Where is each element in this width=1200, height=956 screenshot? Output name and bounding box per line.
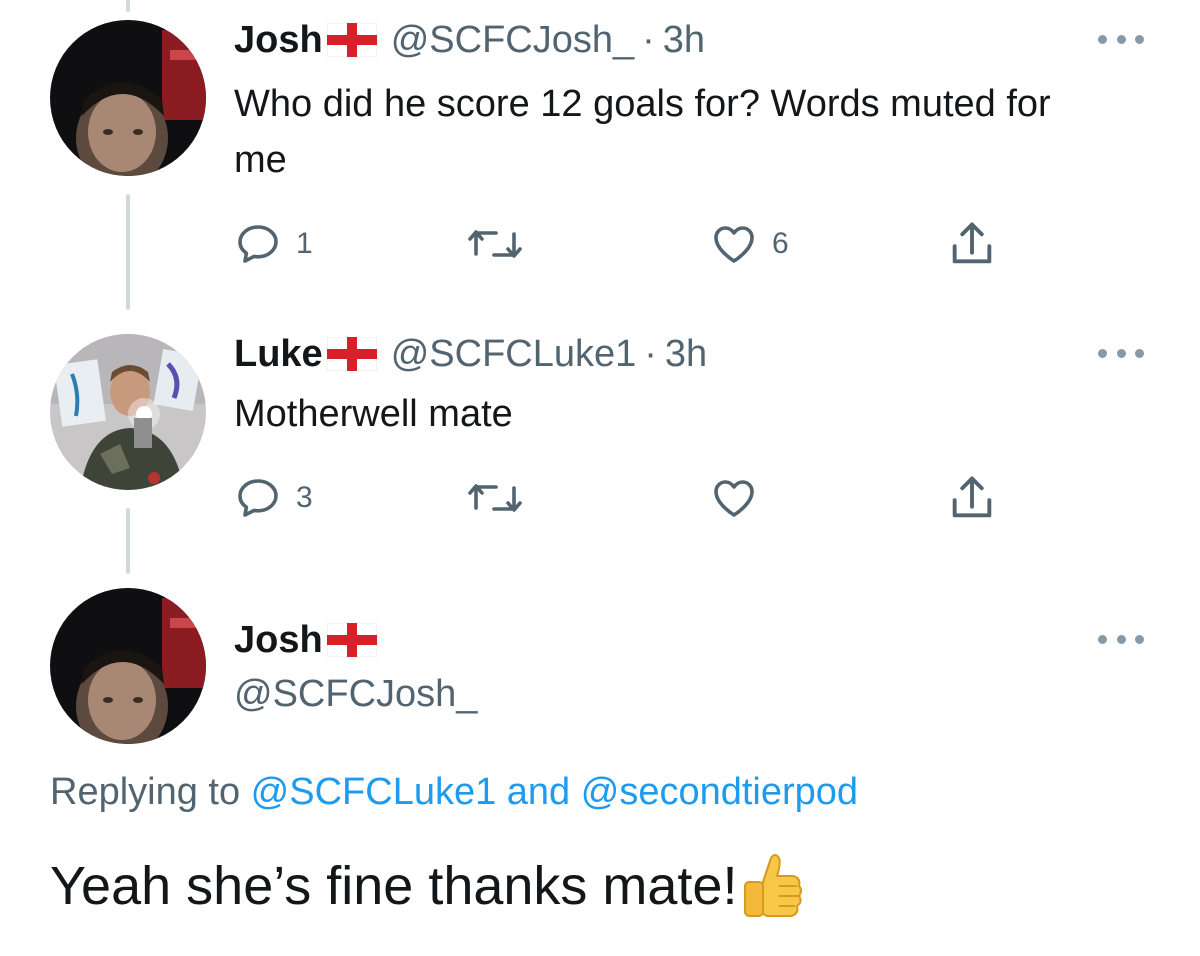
reply-count: 1 bbox=[296, 227, 313, 260]
retweet-icon bbox=[468, 484, 522, 512]
england-flag-icon bbox=[326, 23, 377, 57]
thumbs-up-emoji bbox=[744, 854, 803, 917]
share-icon bbox=[952, 476, 992, 518]
mention-link[interactable]: @SCFCLuke1 bbox=[251, 771, 497, 813]
display-name[interactable]: Josh bbox=[234, 618, 323, 662]
mention-link[interactable]: @secondtierpod bbox=[581, 771, 858, 813]
heart-icon bbox=[714, 226, 754, 263]
avatar-photo-josh bbox=[50, 20, 206, 176]
reply-icon bbox=[238, 225, 278, 263]
focused-tweet-body: Yeah she’s fine thanks mate! bbox=[50, 848, 803, 924]
share-button[interactable] bbox=[946, 472, 998, 524]
share-icon bbox=[952, 222, 992, 264]
more-icon[interactable] bbox=[1098, 346, 1144, 360]
reply-button[interactable]: 3 bbox=[234, 474, 313, 522]
avatar[interactable] bbox=[50, 20, 206, 176]
replying-to: Replying to @SCFCLuke1 and @secondtierpo… bbox=[50, 770, 858, 814]
reply-icon bbox=[238, 479, 278, 517]
thread-line-2 bbox=[126, 508, 130, 574]
heart-icon bbox=[714, 480, 754, 517]
avatar-photo-josh bbox=[50, 588, 206, 744]
avatar-photo-luke bbox=[50, 334, 206, 490]
user-handle[interactable]: @SCFCJosh_ bbox=[234, 672, 477, 716]
england-flag-icon bbox=[326, 337, 377, 371]
england-flag-icon bbox=[326, 623, 377, 657]
more-icon[interactable] bbox=[1098, 632, 1144, 646]
retweet-icon bbox=[468, 230, 522, 258]
tweet-text: Yeah she’s fine thanks mate! bbox=[50, 856, 738, 916]
more-icon[interactable] bbox=[1098, 32, 1144, 46]
avatar[interactable] bbox=[50, 334, 206, 490]
replying-and[interactable]: and bbox=[496, 771, 581, 813]
user-handle[interactable]: @SCFCJosh_ bbox=[391, 18, 634, 62]
display-name[interactable]: Josh bbox=[234, 18, 323, 62]
like-count: 6 bbox=[772, 227, 789, 260]
thread-line-top bbox=[126, 0, 130, 12]
separator-dot: · bbox=[644, 333, 657, 375]
retweet-button[interactable] bbox=[468, 474, 536, 522]
timestamp[interactable]: 3h bbox=[665, 332, 707, 376]
separator-dot: · bbox=[642, 19, 655, 61]
user-handle[interactable]: @SCFCLuke1 bbox=[391, 332, 637, 376]
reply-count: 3 bbox=[296, 481, 313, 514]
thread-line-1 bbox=[126, 194, 130, 310]
display-name[interactable]: Luke bbox=[234, 332, 323, 376]
avatar[interactable] bbox=[50, 588, 206, 744]
replying-prefix: Replying to bbox=[50, 771, 251, 813]
retweet-button[interactable] bbox=[468, 220, 536, 268]
share-button[interactable] bbox=[946, 218, 998, 270]
tweet-text: Motherwell mate bbox=[234, 393, 513, 435]
reply-button[interactable]: 1 bbox=[234, 220, 313, 268]
timestamp[interactable]: 3h bbox=[663, 18, 705, 62]
like-button[interactable] bbox=[710, 474, 772, 522]
like-button[interactable]: 6 bbox=[710, 220, 789, 268]
tweet-text: Who did he score 12 goals for? Words mut… bbox=[234, 83, 1051, 181]
